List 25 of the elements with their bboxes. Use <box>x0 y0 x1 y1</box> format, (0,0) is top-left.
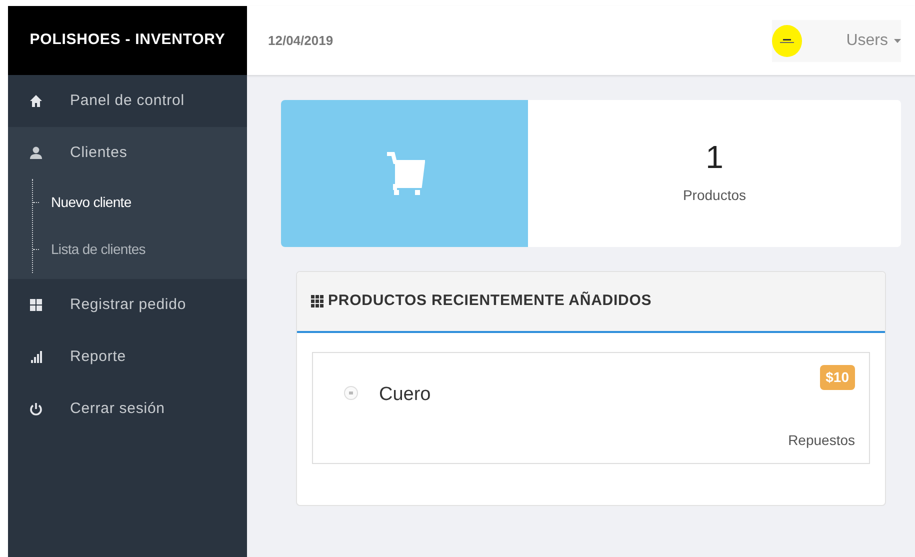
product-thumbnail-icon <box>344 386 358 400</box>
submenu-item[interactable]: Nuevo cliente <box>51 192 132 213</box>
nav-item[interactable]: Panel de control <box>8 75 247 127</box>
grid-icon <box>29 298 43 312</box>
stat-value: 1 <box>706 141 724 173</box>
cart-icon <box>384 152 424 196</box>
submenu-item[interactable]: Lista de clientes <box>51 239 146 260</box>
grid-icon <box>311 295 324 308</box>
date-label: 12/04/2019 <box>268 32 334 50</box>
nav-item[interactable]: Registrar pedido <box>8 279 247 331</box>
caret-icon <box>894 38 901 42</box>
panel-title: PRODUCTOS RECIENTEMENTE AÑADIDOS <box>328 290 652 312</box>
product-name: Cuero <box>379 383 431 407</box>
signal-bars-icon <box>29 350 43 364</box>
avatar-logo <box>772 24 802 56</box>
product-category: Repuestos <box>788 431 855 450</box>
home-icon <box>29 94 43 108</box>
power-icon <box>29 402 43 416</box>
nav-item[interactable]: Cerrar sesión <box>8 383 247 435</box>
nav-item[interactable]: Reporte <box>8 331 247 383</box>
brand-title: POLISHOES - INVENTORY <box>8 6 247 75</box>
price-badge: $10 <box>820 365 855 390</box>
user-icon <box>29 146 43 160</box>
nav-item[interactable]: Clientes <box>8 127 247 179</box>
stat-label: Productos <box>682 186 746 205</box>
